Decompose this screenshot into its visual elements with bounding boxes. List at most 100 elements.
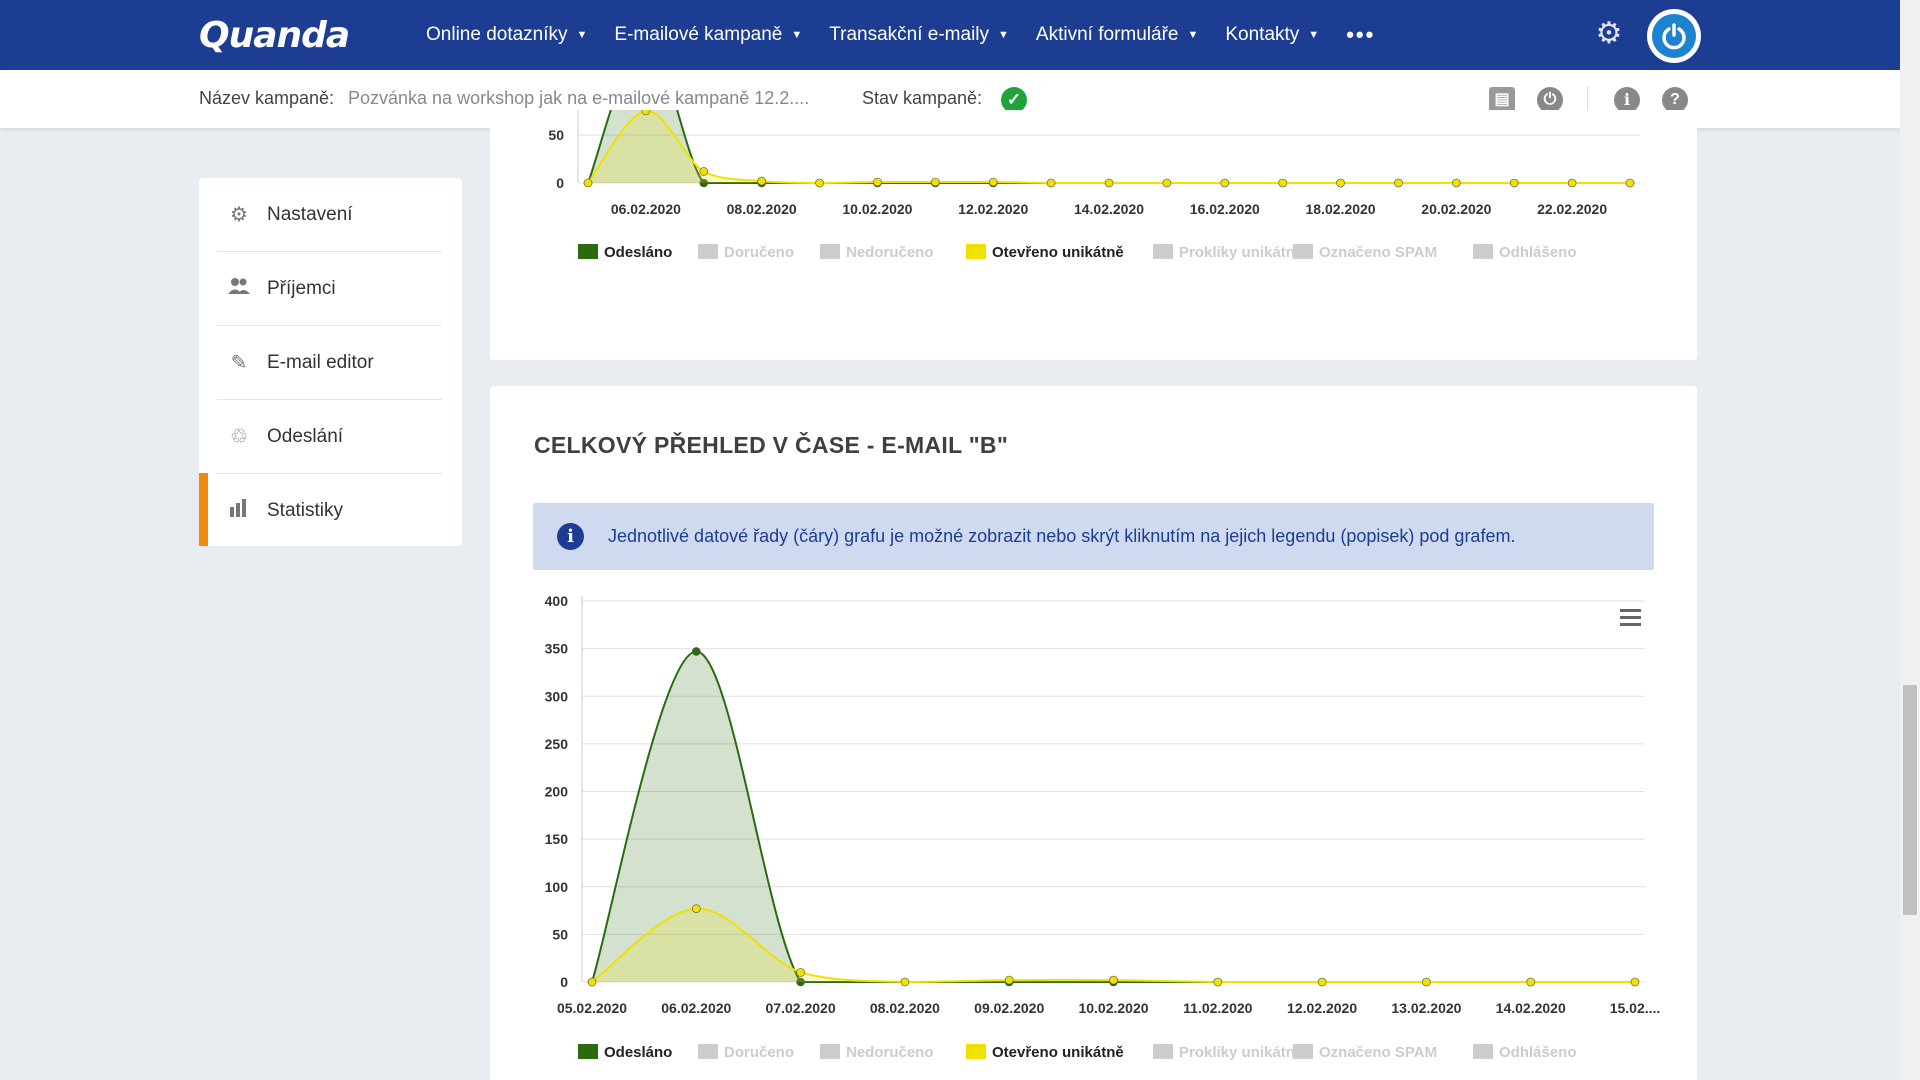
data-point[interactable] <box>1630 977 1640 987</box>
scrollbar-thumb[interactable] <box>1903 685 1917 915</box>
data-point[interactable] <box>873 177 882 187</box>
x-tick-label: 13.02.2020 <box>1391 1000 1461 1016</box>
data-point[interactable] <box>1278 178 1287 188</box>
data-point[interactable] <box>1625 178 1635 188</box>
nav-kontakty[interactable]: Kontakty ▼ <box>1225 24 1319 46</box>
legend-swatch <box>578 1044 598 1059</box>
x-tick-label: 07.02.2020 <box>766 1000 836 1016</box>
nav-label: Transakční e-maily <box>829 24 990 45</box>
sidebar-item-email-editor[interactable]: ✎ E-mail editor <box>217 326 442 400</box>
legend-label: Odesláno <box>604 244 672 261</box>
bar-chart-icon <box>227 499 251 523</box>
data-point[interactable] <box>692 647 701 656</box>
data-point[interactable] <box>692 904 701 913</box>
nav-label: Kontakty <box>1225 24 1300 45</box>
data-point[interactable] <box>757 176 766 186</box>
legend-item[interactable]: Prokliky unikátně <box>1153 244 1303 261</box>
legend-swatch <box>698 244 718 259</box>
legend-label: Doručeno <box>724 244 794 261</box>
data-point[interactable] <box>1220 178 1230 188</box>
more-menu-icon[interactable]: ••• <box>1346 22 1375 48</box>
data-point[interactable] <box>1394 178 1403 188</box>
legend-label: Nedoručeno <box>846 244 934 261</box>
legend-item[interactable]: Otevřeno unikátně <box>966 244 1124 261</box>
page-scrollbar[interactable] <box>1900 0 1920 1080</box>
nav-label: E-mailové kampaně <box>614 24 783 45</box>
legend-item[interactable]: Odesláno <box>578 1044 672 1061</box>
legend-label: Otevřeno unikátně <box>992 244 1124 261</box>
x-tick-label: 20.02.2020 <box>1421 201 1491 217</box>
data-point[interactable] <box>1104 178 1114 188</box>
data-point[interactable] <box>1567 178 1577 188</box>
data-point[interactable] <box>796 968 805 977</box>
data-point[interactable] <box>641 110 651 116</box>
data-point[interactable] <box>1509 178 1519 188</box>
gear-icon[interactable]: ⚙ <box>1594 19 1624 49</box>
nav-label: Aktivní formuláře <box>1035 24 1179 45</box>
y-tick-label: 100 <box>545 879 569 895</box>
legend-swatch <box>1473 1044 1493 1059</box>
legend-label: Odhlášeno <box>1499 1044 1577 1061</box>
nav-aktivni-formulare[interactable]: Aktivní formuláře ▼ <box>1036 24 1198 46</box>
data-point[interactable] <box>587 977 597 987</box>
active-indicator <box>199 473 208 546</box>
plot-area <box>583 110 1635 188</box>
data-point[interactable] <box>1526 977 1535 987</box>
legend-swatch <box>578 244 598 259</box>
x-tick-label: 09.02.2020 <box>974 1000 1044 1016</box>
nav-online-dotazniky[interactable]: Online dotazníky ▼ <box>426 24 587 46</box>
nav-emailove-kampane[interactable]: E-mailové kampaně ▼ <box>614 24 802 46</box>
hamburger-menu-icon[interactable] <box>1620 609 1641 626</box>
data-point[interactable] <box>988 177 998 187</box>
legend-item[interactable]: Označeno SPAM <box>1293 1044 1437 1061</box>
legend-item[interactable]: Odhlášeno <box>1473 1044 1577 1061</box>
legend-item[interactable]: Doručeno <box>698 244 794 261</box>
top-navbar: Quanda Online dotazníky ▼ E-mailové kampa… <box>0 0 1900 70</box>
legend-label: Otevřeno unikátně <box>992 1044 1124 1061</box>
legend-label: Prokliky unikátně <box>1179 1044 1303 1061</box>
legend-item[interactable]: Nedoručeno <box>820 244 934 261</box>
x-tick-label: 14.02.2020 <box>1074 201 1144 217</box>
data-point[interactable] <box>1162 178 1172 188</box>
data-point[interactable] <box>1109 975 1118 985</box>
data-point[interactable] <box>1004 975 1014 985</box>
power-icon[interactable] <box>1647 9 1701 63</box>
sidebar-item-prijemci[interactable]: Příjemci <box>217 252 442 326</box>
legend-item[interactable]: Nedoručeno <box>820 1044 934 1061</box>
data-point[interactable] <box>1213 977 1223 987</box>
y-tick-label: 50 <box>552 926 568 942</box>
y-tick-label: 0 <box>560 974 568 990</box>
sidebar-item-statistiky[interactable]: Statistiky <box>217 474 442 548</box>
legend-swatch <box>966 1044 986 1059</box>
legend-item[interactable]: Odesláno <box>578 244 672 261</box>
x-tick-label: 06.02.2020 <box>611 201 681 217</box>
data-point[interactable] <box>1452 178 1461 188</box>
data-point[interactable] <box>699 167 709 176</box>
legend-label: Nedoručeno <box>846 1044 934 1061</box>
data-point[interactable] <box>583 178 593 188</box>
sidebar-item-odeslani[interactable]: ♲ Odeslání <box>217 400 442 474</box>
legend-item[interactable]: Označeno SPAM <box>1293 244 1437 261</box>
toolbar-divider <box>1587 86 1588 110</box>
series-area <box>588 110 1630 183</box>
y-tick-label: 200 <box>545 784 569 800</box>
data-point[interactable] <box>1046 178 1056 188</box>
legend-item[interactable]: Otevřeno unikátně <box>966 1044 1124 1061</box>
legend-item[interactable]: Doručeno <box>698 1044 794 1061</box>
legend-item[interactable]: Prokliky unikátně <box>1153 1044 1303 1061</box>
data-point[interactable] <box>1336 178 1345 188</box>
quanda-logo[interactable]: Quanda <box>199 11 350 59</box>
data-point[interactable] <box>900 977 910 987</box>
y-tick-label: 250 <box>545 736 569 752</box>
sidebar-item-label: Odeslání <box>267 425 344 447</box>
data-point[interactable] <box>815 178 824 188</box>
sidebar-item-nastaveni[interactable]: ⚙ Nastavení <box>217 178 442 252</box>
data-point[interactable] <box>931 177 940 187</box>
x-tick-label: 08.02.2020 <box>727 201 797 217</box>
series-line <box>587 110 1630 185</box>
x-tick-label: 15.02.... <box>1610 1000 1661 1016</box>
data-point[interactable] <box>1422 977 1431 987</box>
nav-transakcni-emaily[interactable]: Transakční e-maily ▼ <box>829 24 1009 46</box>
legend-item[interactable]: Odhlášeno <box>1473 244 1577 261</box>
data-point[interactable] <box>1317 977 1327 987</box>
